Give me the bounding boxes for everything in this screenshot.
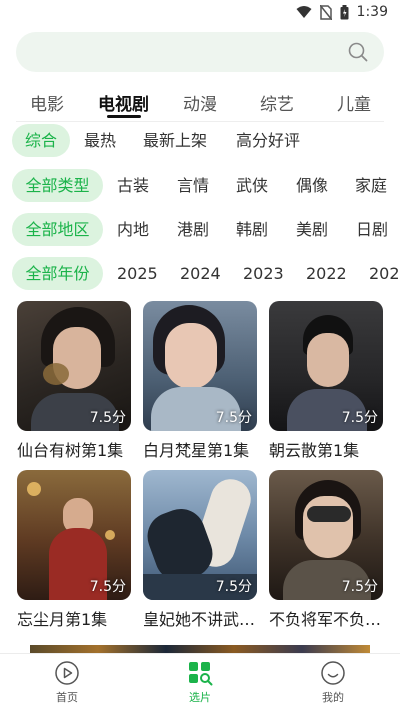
filter-region-selected[interactable]: 全部地区 — [12, 213, 103, 246]
filter-year-option[interactable]: 2021 — [369, 257, 400, 290]
nav-profile[interactable]: 我的 — [293, 660, 373, 705]
show-title: 皇妃她不讲武德第1集 — [143, 610, 257, 629]
rating: 7.5分 — [215, 410, 252, 426]
show-card[interactable]: 7.5分 朝云散第1集 — [269, 301, 383, 461]
rating: 7.5分 — [341, 410, 378, 426]
tab-anime[interactable]: 动漫 — [183, 90, 217, 115]
status-bar: 1:39 — [0, 0, 400, 24]
show-card[interactable]: 7.5分 皇妃她不讲武德第1集 — [143, 470, 257, 630]
filter-sort-option[interactable]: 最新上架 — [143, 124, 207, 157]
wifi-icon — [296, 6, 312, 18]
no-sim-icon — [319, 4, 332, 20]
show-poster[interactable]: 7.5分 — [143, 470, 257, 600]
filter-row-region: 全部地区 内地 港剧 韩剧 美剧 日剧 — [0, 213, 400, 247]
filter-year-selected[interactable]: 全部年份 — [12, 257, 103, 290]
filter-region-option[interactable]: 日剧 — [356, 213, 388, 246]
battery-icon — [340, 4, 349, 19]
nav-home-label: 首页 — [56, 691, 78, 704]
tab-tv-series[interactable]: 电视剧 — [98, 90, 149, 115]
show-card[interactable]: 7.5分 白月梵星第1集 — [143, 301, 257, 461]
show-title: 忘尘月第1集 — [17, 610, 108, 629]
filter-region-option[interactable]: 内地 — [117, 213, 149, 246]
rating: 7.5分 — [89, 579, 126, 595]
show-title: 不负将军不负卿第1集 — [269, 610, 383, 629]
smiley-icon — [321, 661, 345, 685]
filter-year-option[interactable]: 2023 — [243, 257, 284, 290]
filter-type-option[interactable]: 古装 — [117, 169, 149, 202]
show-poster[interactable]: 7.5分 — [269, 470, 383, 600]
nav-browse[interactable]: 选片 — [160, 660, 240, 705]
search-input[interactable] — [16, 32, 384, 72]
filter-year-option[interactable]: 2022 — [306, 257, 347, 290]
nav-profile-label: 我的 — [322, 691, 344, 704]
filter-year-option[interactable]: 2025 — [117, 257, 158, 290]
filter-row-year: 全部年份 2025 2024 2023 2022 2021 — [0, 257, 400, 291]
rating: 7.5分 — [89, 410, 126, 426]
show-poster[interactable]: 7.5分 — [143, 301, 257, 431]
filter-row-sort: 综合 最热 最新上架 高分好评 — [0, 124, 400, 158]
filter-sort-selected[interactable]: 综合 — [12, 124, 70, 157]
grid-search-icon — [189, 662, 213, 686]
show-card[interactable]: 7.5分 仙台有树第1集 — [17, 301, 131, 461]
tab-movies[interactable]: 电影 — [30, 90, 64, 115]
show-title: 朝云散第1集 — [269, 441, 360, 460]
filter-sort-option[interactable]: 高分好评 — [236, 124, 300, 157]
search-icon[interactable] — [348, 42, 368, 62]
category-tabs: 电影 电视剧 动漫 综艺 儿童 — [0, 86, 400, 120]
tab-variety[interactable]: 综艺 — [260, 90, 294, 115]
filter-year-option[interactable]: 2024 — [180, 257, 221, 290]
filter-type-option[interactable]: 言情 — [177, 169, 209, 202]
show-title: 白月梵星第1集 — [143, 441, 250, 460]
show-card[interactable]: 7.5分 不负将军不负卿第1集 — [269, 470, 383, 630]
tab-kids[interactable]: 儿童 — [337, 90, 371, 115]
nav-home[interactable]: 首页 — [27, 660, 107, 705]
active-tab-indicator — [107, 115, 141, 118]
divider — [16, 121, 384, 122]
filter-sort-option[interactable]: 最热 — [84, 124, 116, 157]
filter-row-type: 全部类型 古装 言情 武侠 偶像 家庭 — [0, 169, 400, 203]
rating: 7.5分 — [215, 579, 252, 595]
play-circle-icon — [55, 661, 79, 685]
filter-type-option[interactable]: 武侠 — [236, 169, 268, 202]
banner-image[interactable] — [30, 645, 370, 653]
filter-region-option[interactable]: 港剧 — [177, 213, 209, 246]
show-poster[interactable]: 7.5分 — [17, 301, 131, 431]
rating: 7.5分 — [341, 579, 378, 595]
bottom-nav: 首页 选片 我的 — [0, 653, 400, 712]
filter-region-option[interactable]: 韩剧 — [236, 213, 268, 246]
nav-browse-label: 选片 — [189, 691, 211, 704]
filter-region-option[interactable]: 美剧 — [296, 213, 328, 246]
filter-type-option[interactable]: 家庭 — [355, 169, 387, 202]
filter-type-option[interactable]: 偶像 — [296, 169, 328, 202]
show-title: 仙台有树第1集 — [17, 441, 124, 460]
show-poster[interactable]: 7.5分 — [17, 470, 131, 600]
show-card[interactable]: 7.5分 忘尘月第1集 — [17, 470, 131, 630]
show-poster[interactable]: 7.5分 — [269, 301, 383, 431]
clock: 1:39 — [356, 4, 388, 20]
filter-type-selected[interactable]: 全部类型 — [12, 169, 103, 202]
